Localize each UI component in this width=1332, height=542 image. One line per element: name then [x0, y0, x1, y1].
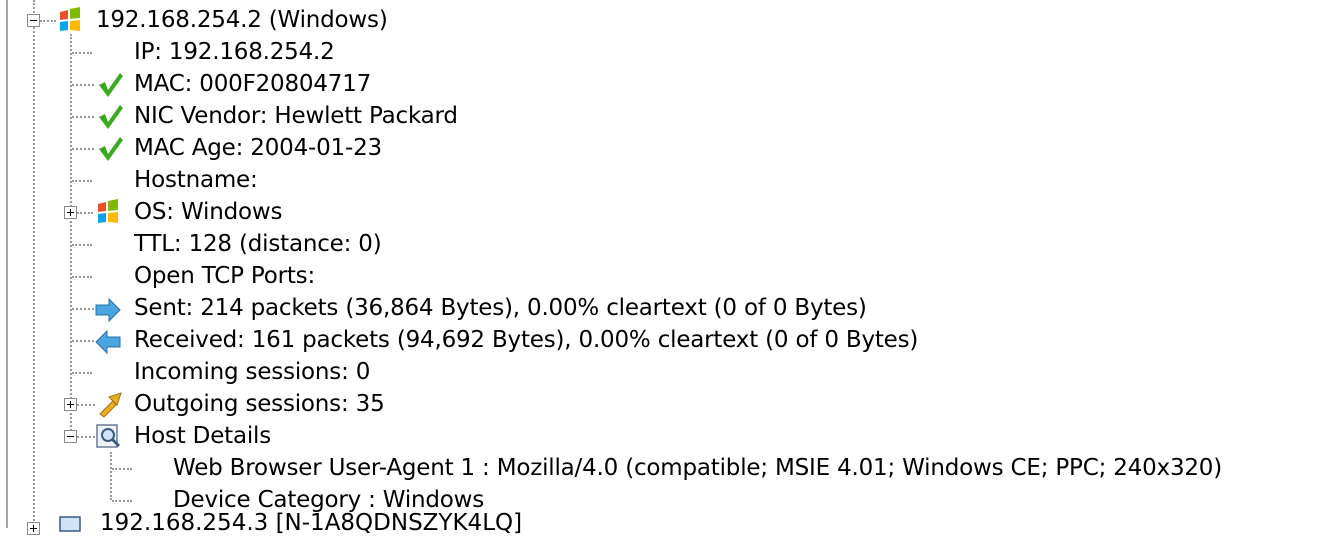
- tree-connector: [70, 34, 72, 439]
- tree-connector: [33, 0, 35, 528]
- windows-flag-icon: [98, 199, 118, 223]
- expand-toggle-outgoing[interactable]: [64, 398, 77, 411]
- magnifier-icon: [96, 424, 121, 448]
- yellow-arrow-icon: [99, 392, 122, 418]
- host-node[interactable]: 192.168.254.2 (Windows): [96, 4, 388, 36]
- tree-frame-border: [6, 0, 8, 528]
- green-check-icon: [99, 137, 123, 161]
- tree-item-received[interactable]: Received: 161 packets (94,692 Bytes), 0.…: [134, 324, 918, 356]
- blue-arrow-right-icon: [95, 297, 121, 323]
- windows-flag-icon: [60, 7, 80, 31]
- tree-item-host-details[interactable]: Host Details: [134, 420, 271, 452]
- tree-item-hostname[interactable]: Hostname:: [134, 164, 258, 196]
- tree-item-incoming-sessions[interactable]: Incoming sessions: 0: [134, 356, 370, 388]
- tree-item-os[interactable]: OS: Windows: [134, 196, 282, 228]
- host-label: 192.168.254.2 (Windows): [96, 7, 388, 33]
- expand-toggle-next-host[interactable]: [27, 522, 40, 535]
- next-host-label[interactable]: 192.168.254.3 [N-1A8QDNSZYK4LQ]: [100, 510, 522, 536]
- collapse-toggle-host[interactable]: [27, 14, 40, 27]
- tree-item-mac-age[interactable]: MAC Age: 2004-01-23: [134, 132, 382, 164]
- tree-item-mac[interactable]: MAC: 000F20804717: [134, 68, 371, 100]
- tree-item-open-tcp-ports[interactable]: Open TCP Ports:: [134, 260, 315, 292]
- green-check-icon: [99, 105, 123, 129]
- tree-item-user-agent[interactable]: Web Browser User-Agent 1 : Mozilla/4.0 (…: [173, 452, 1222, 484]
- tree-connector: [110, 452, 112, 500]
- blue-arrow-left-icon: [95, 329, 121, 355]
- tree-item-sent[interactable]: Sent: 214 packets (36,864 Bytes), 0.00% …: [134, 292, 867, 324]
- expand-toggle-os[interactable]: [64, 206, 77, 219]
- computer-icon: [59, 516, 81, 532]
- collapse-toggle-host-details[interactable]: [64, 430, 77, 443]
- tree-item-ttl[interactable]: TTL: 128 (distance: 0): [134, 228, 382, 260]
- tree-item-nic-vendor[interactable]: NIC Vendor: Hewlett Packard: [134, 100, 458, 132]
- tree-item-ip[interactable]: IP: 192.168.254.2: [134, 36, 335, 68]
- green-check-icon: [99, 73, 123, 97]
- tree-item-outgoing-sessions[interactable]: Outgoing sessions: 35: [134, 388, 385, 420]
